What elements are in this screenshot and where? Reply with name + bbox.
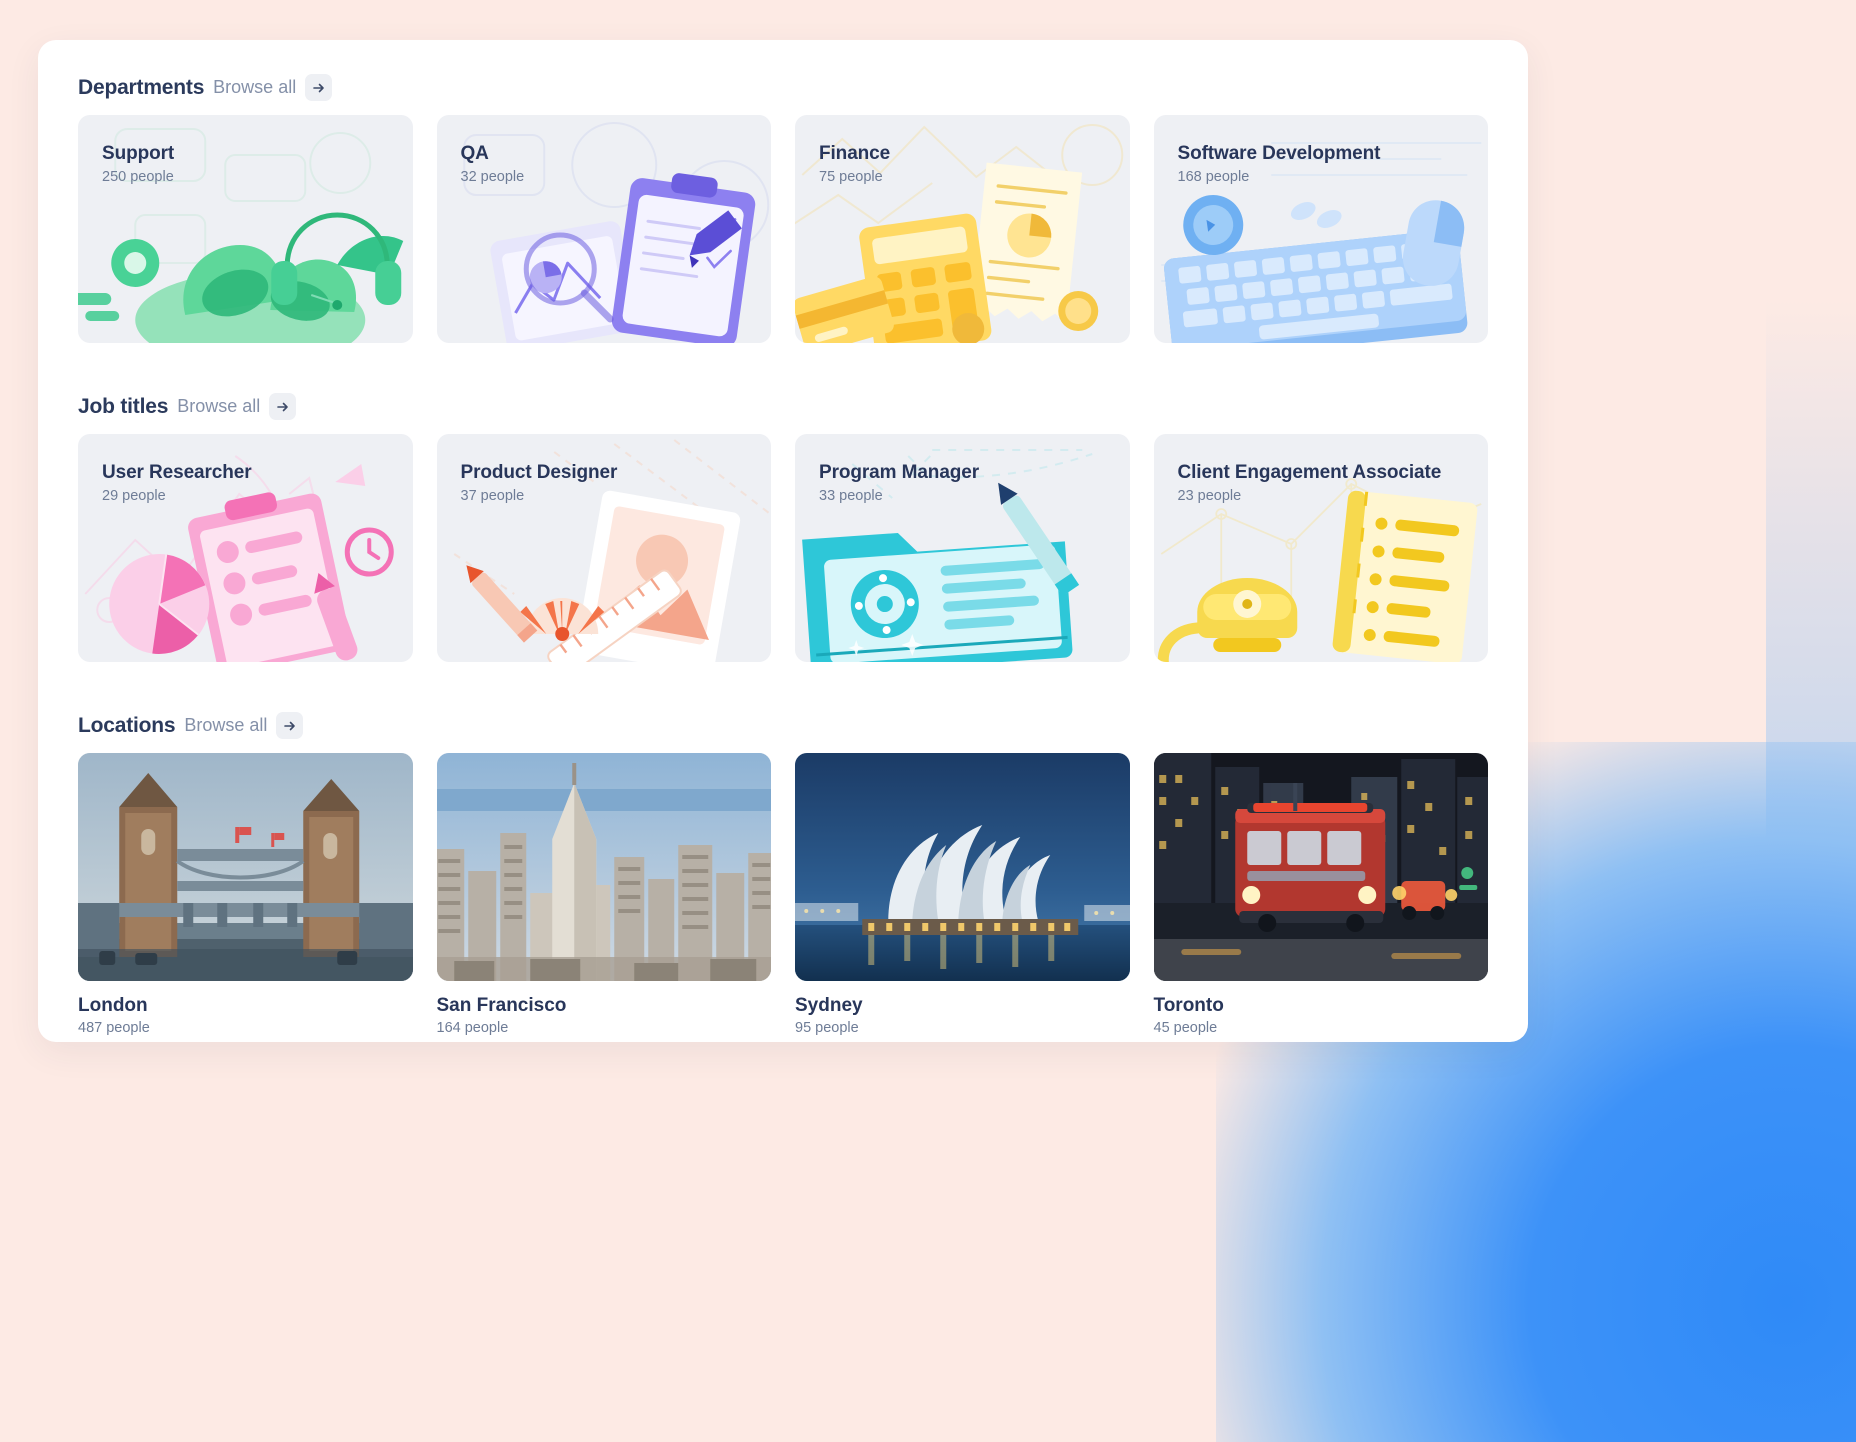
tile-count: 168 people <box>1177 169 1250 185</box>
background-gradient-edge <box>1766 300 1856 1282</box>
location-london[interactable]: London 487 people <box>78 753 413 1036</box>
location-toronto[interactable]: Toronto 45 people <box>1153 753 1488 1036</box>
arrow-right-icon[interactable] <box>269 393 297 420</box>
tile-text-software-development: Software Development 168 people <box>1178 143 1381 185</box>
location-san-francisco[interactable]: San Francisco 164 people <box>436 753 771 1036</box>
tile-count: 250 people <box>102 169 174 185</box>
location-name: San Francisco <box>436 995 567 1016</box>
tile-text-product-designer: Product Designer 37 people <box>461 462 618 504</box>
tile-text-support: Support 250 people <box>102 143 174 185</box>
section-departments: Departments Browse all Support 250 peopl… <box>78 74 1488 343</box>
section-locations: Locations Browse all London 487 people S… <box>78 712 1488 1036</box>
locations-grid: London 487 people San Francisco 164 peop… <box>78 753 1488 1036</box>
tile-client-engagement-associate[interactable]: Client Engagement Associate 23 people <box>1153 434 1488 662</box>
tile-text-client-engagement-associate: Client Engagement Associate 23 people <box>1178 462 1442 504</box>
tile-name: Support <box>102 143 175 164</box>
section-title-job-titles: Job titles <box>78 394 169 418</box>
toronto-photo <box>1153 753 1488 981</box>
tile-software-development[interactable]: Software Development 168 people <box>1153 115 1488 343</box>
browse-all-departments[interactable]: Browse all <box>213 77 296 98</box>
tile-name: User Researcher <box>102 462 252 483</box>
tile-product-designer[interactable]: Product Designer 37 people <box>436 434 771 662</box>
tile-count: 32 people <box>460 169 525 185</box>
tile-count: 29 people <box>102 488 166 504</box>
tile-name: Software Development <box>1177 143 1381 164</box>
tile-name: Product Designer <box>460 462 618 483</box>
tile-count: 33 people <box>819 488 883 504</box>
location-name: Toronto <box>1153 995 1224 1016</box>
location-sydney[interactable]: Sydney 95 people <box>795 753 1130 1036</box>
section-header-job-titles: Job titles Browse all <box>78 393 1488 420</box>
tile-text-qa: QA 32 people <box>461 143 525 185</box>
tile-count: 23 people <box>1177 488 1242 504</box>
location-count: 164 people <box>436 1020 509 1036</box>
tile-count: 37 people <box>460 488 525 504</box>
section-header-departments: Departments Browse all <box>78 74 1488 101</box>
tile-name: Finance <box>819 143 891 164</box>
tile-name: Program Manager <box>819 462 980 483</box>
tile-text-user-researcher: User Researcher 29 people <box>102 462 252 504</box>
location-count: 95 people <box>795 1020 859 1036</box>
section-title-locations: Locations <box>78 713 176 737</box>
tile-user-researcher[interactable]: User Researcher 29 people <box>78 434 413 662</box>
location-count: 487 people <box>78 1020 150 1036</box>
arrow-right-icon[interactable] <box>276 712 304 739</box>
tile-support[interactable]: Support 250 people <box>78 115 413 343</box>
tile-text-program-manager: Program Manager 33 people <box>819 462 979 504</box>
tile-qa[interactable]: QA 32 people <box>436 115 771 343</box>
main-panel: Departments Browse all Support 250 peopl… <box>38 40 1528 1042</box>
location-name: London <box>78 995 148 1016</box>
tile-count: 75 people <box>819 169 883 185</box>
location-name: Sydney <box>795 995 863 1016</box>
section-job-titles: Job titles Browse all User Researcher 29… <box>78 393 1488 662</box>
job-titles-grid: User Researcher 29 people Product Design… <box>78 434 1488 662</box>
panel-content: Departments Browse all Support 250 peopl… <box>38 40 1528 1036</box>
browse-all-job-titles[interactable]: Browse all <box>177 396 260 417</box>
sydney-photo <box>795 753 1130 981</box>
tile-finance[interactable]: Finance 75 people <box>795 115 1130 343</box>
san-francisco-photo <box>436 753 771 981</box>
location-count: 45 people <box>1153 1020 1218 1036</box>
arrow-right-icon[interactable] <box>305 74 333 101</box>
tile-text-finance: Finance 75 people <box>819 143 890 185</box>
departments-grid: Support 250 people QA 32 people Finance … <box>78 115 1488 343</box>
browse-all-locations[interactable]: Browse all <box>184 715 267 736</box>
tile-name: QA <box>460 143 489 164</box>
section-header-locations: Locations Browse all <box>78 712 1488 739</box>
page-title: Departments <box>78 75 205 99</box>
london-photo <box>78 753 413 981</box>
tile-program-manager[interactable]: Program Manager 33 people <box>795 434 1130 662</box>
tile-name: Client Engagement Associate <box>1177 462 1442 483</box>
